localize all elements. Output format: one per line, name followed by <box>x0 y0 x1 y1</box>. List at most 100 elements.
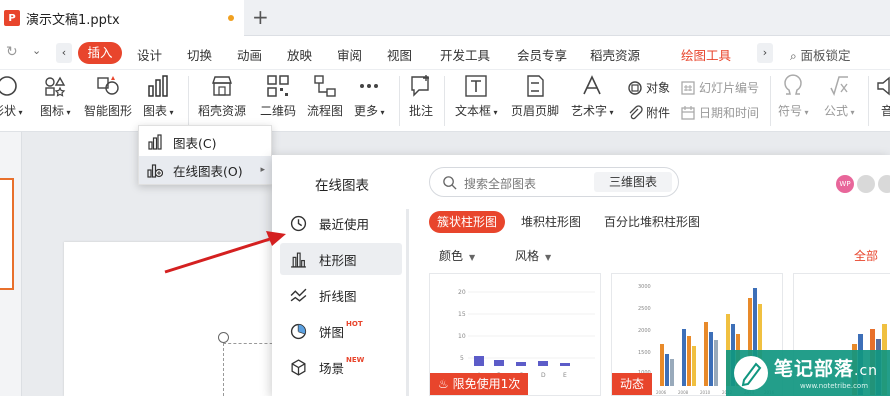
flowchart-button[interactable]: 流程图 <box>307 74 343 119</box>
side-item-line-chart[interactable]: 折线图 <box>280 279 402 311</box>
document-tab[interactable]: P 演示文稿1.pptx <box>0 0 244 36</box>
sidebar-scrollbar[interactable] <box>406 209 409 396</box>
ribbon-divider <box>770 76 771 126</box>
hot-badge: HOT <box>346 320 363 328</box>
card2-ytick: 2500 <box>638 306 651 312</box>
menu-tab-developer[interactable]: 开发工具 <box>440 45 490 64</box>
card1-xtick: E <box>563 372 567 379</box>
menu-scroll-left-button[interactable]: ‹ <box>56 43 72 63</box>
preview-bar <box>682 329 686 386</box>
menu-tab-transition[interactable]: 切换 <box>187 45 212 64</box>
card2-ytick: 3000 <box>638 284 651 290</box>
word-art-button[interactable]: 艺术字 ▾ <box>571 74 614 119</box>
header-footer-button[interactable]: 页眉页脚 <box>511 74 559 119</box>
side-item-scene[interactable]: 场景 NEW <box>280 351 402 383</box>
menu-tab-member[interactable]: 会员专享 <box>517 45 567 64</box>
flame-icon: ♨ <box>438 377 453 391</box>
smart-graphic-button[interactable]: 智能图形 <box>84 74 132 119</box>
bar-chart-icon <box>148 75 169 97</box>
object-button[interactable]: 对象 <box>627 79 670 96</box>
card2-xtick: 2008 <box>678 390 689 395</box>
redo-icon[interactable]: ↻ <box>6 44 18 60</box>
show-all-link[interactable]: 全部 <box>854 247 878 264</box>
rotate-handle[interactable] <box>218 332 229 343</box>
menu-tab-insert[interactable]: 插入 <box>78 42 122 64</box>
chevron-down-icon: ▼ <box>469 253 476 262</box>
icon-library-icon <box>45 76 66 97</box>
icon-library-button[interactable]: 图标 ▾ <box>40 74 71 119</box>
preview-bar <box>474 356 484 366</box>
ribbon-divider <box>444 76 445 126</box>
menu-tab-view[interactable]: 视图 <box>387 45 412 64</box>
menu-tab-daoke[interactable]: 稻壳资源 <box>590 45 640 64</box>
3d-chart-tag-button[interactable]: 三维图表 <box>594 172 672 192</box>
audio-button[interactable]: 音 <box>874 74 890 119</box>
chart-search-box[interactable]: 搜索全部图表 三维图表 <box>429 167 679 197</box>
subtab-clustered-column[interactable]: 簇状柱形图 <box>429 211 506 233</box>
shape-icon <box>0 76 18 96</box>
formula-button[interactable]: 公式 ▾ <box>824 74 855 119</box>
ribbon-toolbar: 形状 ▾ 图标 ▾ 智能图形 图表 ▾ 稻壳资源 二维码 流程图 更多 ▾ 批注… <box>0 70 890 132</box>
slide-canvas[interactable] <box>64 242 304 396</box>
bar-chart-icon <box>291 252 306 268</box>
menu-tab-animation[interactable]: 动画 <box>237 45 262 64</box>
search-placeholder: 搜索全部图表 <box>464 177 537 191</box>
selection-border <box>223 343 224 396</box>
date-time-button[interactable]: 日期和时间 <box>680 104 759 121</box>
object-icon <box>628 80 642 95</box>
quick-access-dropdown-icon[interactable]: ⌄ <box>32 44 41 57</box>
daoke-resources-button[interactable]: 稻壳资源 <box>198 74 246 119</box>
submenu-arrow-icon: ▸ <box>260 165 265 175</box>
ribbon-divider <box>188 76 189 126</box>
symbol-button[interactable]: 符号 ▾ <box>778 74 809 119</box>
chart-button[interactable]: 图表 ▾ <box>143 74 174 119</box>
style-filter-dropdown[interactable]: 风格 ▼ <box>515 247 551 264</box>
slide-number-button[interactable]: 幻灯片编号 <box>680 79 759 96</box>
attachment-button[interactable]: 附件 <box>627 104 670 121</box>
online-chart-menu-item[interactable]: 在线图表(O) ▸ <box>139 156 273 184</box>
side-item-bar-chart[interactable]: 柱形图 <box>280 243 402 275</box>
pen-logo-icon <box>734 356 768 390</box>
subtab-stacked-column[interactable]: 堆积柱形图 <box>521 211 581 233</box>
paperclip-icon <box>629 104 643 119</box>
shape-button[interactable]: 形状 ▾ <box>0 74 23 119</box>
side-item-recent[interactable]: 最近使用 <box>280 207 402 239</box>
menu-tab-slideshow[interactable]: 放映 <box>287 45 312 64</box>
menu-tab-review[interactable]: 审阅 <box>337 45 362 64</box>
menu-scroll-right-button[interactable]: › <box>757 43 773 63</box>
avatar[interactable]: WP <box>836 175 854 193</box>
textbox-button[interactable]: 文本框 ▾ <box>455 74 498 119</box>
preview-bar <box>692 346 696 386</box>
new-tab-button[interactable]: + <box>252 6 269 28</box>
chart-template-card[interactable]: 20 15 10 5 A B C D E ♨ 限免使用1次 <box>429 273 601 396</box>
panel-lock-button[interactable]: ⌕ 面板锁定 <box>790 45 851 64</box>
menu-tab-design[interactable]: 设计 <box>137 45 162 64</box>
color-filter-dropdown[interactable]: 颜色 ▼ <box>439 247 475 264</box>
comment-button[interactable]: 批注 <box>408 74 434 119</box>
avatar-placeholder <box>857 175 875 193</box>
watermark-text: 笔记部落.cn <box>774 358 879 380</box>
calendar-icon <box>681 105 695 120</box>
pie-chart-icon <box>290 323 307 339</box>
subtab-percent-stacked-column[interactable]: 百分比堆积柱形图 <box>604 211 700 233</box>
menu-tab-drawing-tools[interactable]: 绘图工具 <box>681 45 731 64</box>
chart-dropdown-menu: 图表(C) 在线图表(O) ▸ <box>138 125 273 185</box>
card1-ytick: 10 <box>458 333 466 340</box>
qr-code-button[interactable]: 二维码 <box>260 74 296 119</box>
card2-xtick: 2010 <box>700 390 711 395</box>
chevron-down-icon: ▼ <box>545 253 552 262</box>
slide-thumbnail[interactable] <box>0 178 14 290</box>
chart-menu-item[interactable]: 图表(C) <box>139 128 273 156</box>
watermark-url: www.notetribe.com <box>800 382 869 390</box>
comment-icon <box>411 75 429 97</box>
card1-xtick: D <box>541 372 546 379</box>
card1-ytick: 5 <box>460 355 464 362</box>
preview-bar <box>516 362 526 366</box>
smart-graphic-icon <box>97 76 119 95</box>
word-art-icon <box>583 75 602 95</box>
search-icon <box>443 176 457 190</box>
more-button[interactable]: 更多 ▾ <box>354 74 385 119</box>
side-item-pie-chart[interactable]: 饼图 HOT <box>280 315 402 347</box>
avatar-placeholder <box>878 175 890 193</box>
clock-icon <box>290 215 307 231</box>
